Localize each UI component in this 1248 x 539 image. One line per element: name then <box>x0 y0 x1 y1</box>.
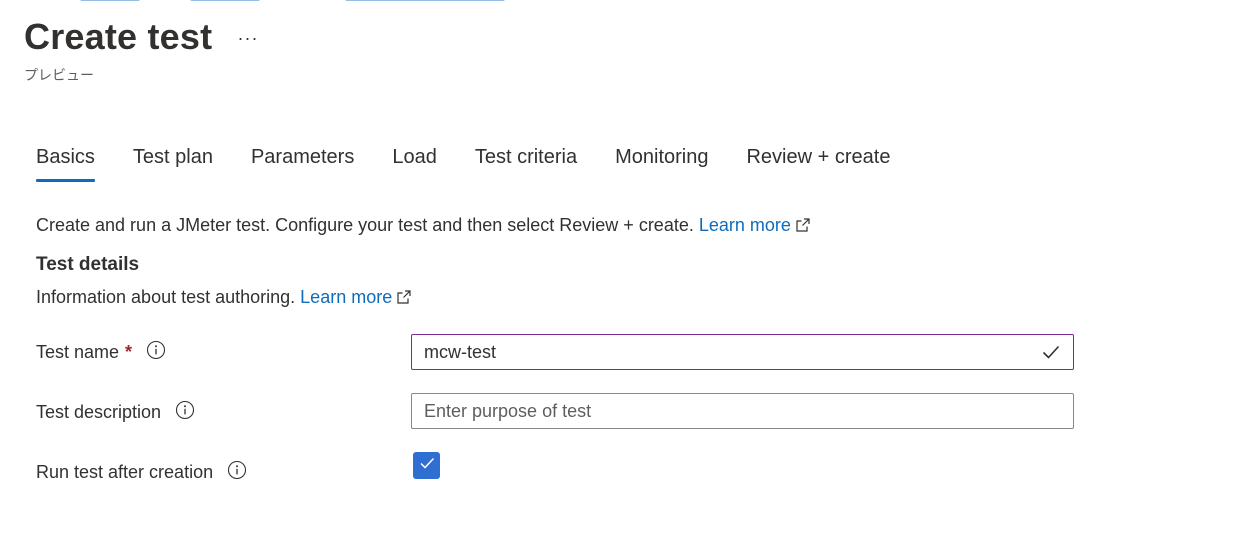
external-link-icon <box>396 289 412 310</box>
test-details-description: Information about test authoring. <box>36 287 301 307</box>
test-description-label: Test description <box>36 402 162 422</box>
tab-load[interactable]: Load <box>392 140 437 178</box>
intro-learn-more-label: Learn more <box>698 215 791 235</box>
info-icon[interactable] <box>175 400 195 425</box>
required-marker: * <box>125 342 133 362</box>
run-after-creation-label: Run test after creation <box>36 462 214 482</box>
page-title: Create test <box>24 16 213 57</box>
test-description-label-row: Test description <box>36 400 195 425</box>
tab-monitoring[interactable]: Monitoring <box>615 140 708 178</box>
info-icon[interactable] <box>227 460 247 485</box>
run-after-creation-checkbox[interactable] <box>413 452 440 479</box>
test-name-label-row: Test name * <box>36 340 166 365</box>
tab-list: Basics Test plan Parameters Load Test cr… <box>36 140 890 184</box>
tab-basics[interactable]: Basics <box>36 140 95 182</box>
test-details-learn-more-label: Learn more <box>300 287 393 307</box>
external-link-icon <box>795 217 811 238</box>
test-name-input[interactable]: mcw-test <box>411 334 1074 370</box>
checkmark-icon <box>418 454 436 477</box>
test-details-heading: Test details <box>36 254 140 275</box>
page-subtitle: プレビュー <box>24 67 94 83</box>
test-description-input[interactable]: Enter purpose of test <box>411 393 1074 429</box>
tab-test-criteria[interactable]: Test criteria <box>475 140 577 178</box>
run-after-creation-label-row: Run test after creation <box>36 460 247 485</box>
intro-text: Create and run a JMeter test. Configure … <box>36 215 699 235</box>
checkmark-icon <box>1041 342 1061 362</box>
more-options-button[interactable]: ··· <box>234 24 262 52</box>
intro-learn-more-link[interactable]: Learn more <box>699 215 811 235</box>
breadcrumb <box>0 0 1248 6</box>
test-name-label: Test name <box>36 342 120 362</box>
test-details-learn-more-link[interactable]: Learn more <box>300 287 412 307</box>
tab-review-create[interactable]: Review + create <box>746 140 890 178</box>
test-details-desc-row: Information about test authoring. Learn … <box>36 287 412 310</box>
tab-parameters[interactable]: Parameters <box>251 140 354 178</box>
tab-test-plan[interactable]: Test plan <box>133 140 213 178</box>
info-icon[interactable] <box>146 340 166 365</box>
test-name-value: mcw-test <box>424 341 496 362</box>
intro-text-row: Create and run a JMeter test. Configure … <box>36 215 811 238</box>
test-description-placeholder: Enter purpose of test <box>424 400 592 421</box>
